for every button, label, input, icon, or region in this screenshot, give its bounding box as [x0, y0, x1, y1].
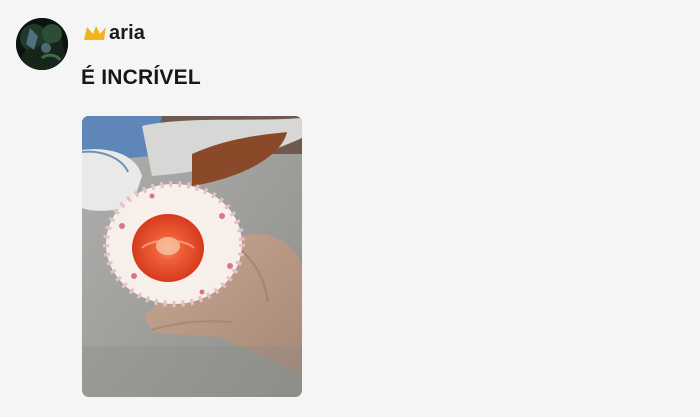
post-image[interactable] — [82, 116, 302, 397]
avatar[interactable] — [16, 18, 68, 70]
post-text: É INCRÍVEL — [81, 66, 201, 89]
username-text: aria — [109, 21, 145, 44]
comment-post: aria É INCRÍVEL — [0, 0, 700, 417]
strawberry-dessert-photo — [82, 116, 302, 397]
avatar-image — [16, 18, 68, 70]
username[interactable]: aria — [82, 22, 145, 44]
crown-icon — [82, 24, 108, 42]
